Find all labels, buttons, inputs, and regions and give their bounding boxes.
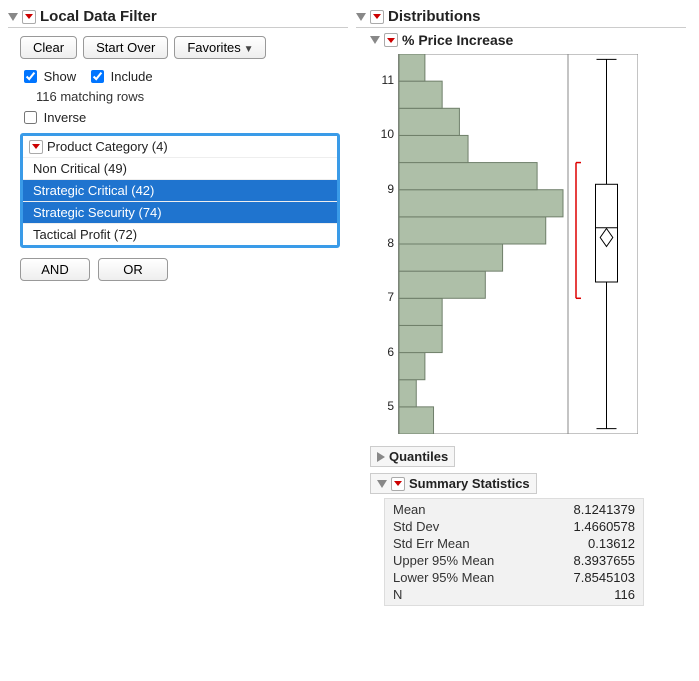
summary-section-header[interactable]: Summary Statistics	[370, 473, 537, 494]
axis-tick-label: 8	[387, 236, 394, 250]
include-checkbox[interactable]	[91, 70, 104, 83]
favorites-button[interactable]: Favorites	[174, 36, 266, 59]
stat-value: 1.4660578	[533, 519, 635, 534]
list-item[interactable]: Non Critical (49)	[23, 157, 337, 179]
clear-button[interactable]: Clear	[20, 36, 77, 59]
stat-label: Mean	[393, 502, 533, 517]
panel-title: Distributions	[388, 8, 481, 25]
stat-value: 8.1241379	[533, 502, 635, 517]
red-menu-icon[interactable]	[370, 10, 384, 24]
include-label: Include	[111, 69, 153, 84]
axis-tick-label: 5	[387, 399, 394, 413]
include-checkbox-label[interactable]: Include	[87, 69, 153, 84]
stat-label: Upper 95% Mean	[393, 553, 533, 568]
stat-label: N	[393, 587, 533, 602]
table-row: Std Err Mean0.13612	[385, 535, 643, 552]
table-row: Upper 95% Mean8.3937655	[385, 552, 643, 569]
variable-title: % Price Increase	[402, 32, 513, 48]
disclosure-icon[interactable]	[8, 13, 18, 21]
table-row: Lower 95% Mean7.8545103	[385, 569, 643, 586]
histogram-y-axis: 5 6 7 8 9 10 11	[370, 54, 398, 434]
list-item[interactable]: Tactical Profit (72)	[23, 223, 337, 245]
red-menu-icon[interactable]	[384, 33, 398, 47]
stat-value: 0.13612	[533, 536, 635, 551]
axis-tick-label: 9	[387, 182, 394, 196]
disclosure-icon[interactable]	[377, 452, 385, 462]
boxplot-chart	[568, 54, 638, 434]
disclosure-icon[interactable]	[377, 480, 387, 488]
panel-title: Local Data Filter	[40, 8, 157, 25]
inverse-label: Inverse	[44, 110, 87, 125]
table-row: Std Dev1.4660578	[385, 518, 643, 535]
stat-value: 7.8545103	[533, 570, 635, 585]
quantiles-section-header[interactable]: Quantiles	[370, 446, 455, 467]
inverse-checkbox-label[interactable]: Inverse	[20, 110, 86, 125]
quantiles-label: Quantiles	[389, 449, 448, 464]
list-item[interactable]: Strategic Critical (42)	[23, 179, 337, 201]
show-checkbox-label[interactable]: Show	[20, 69, 80, 84]
axis-tick-label: 7	[387, 290, 394, 304]
stat-value: 116	[533, 587, 635, 602]
disclosure-icon[interactable]	[356, 13, 366, 21]
inverse-checkbox[interactable]	[24, 111, 37, 124]
stat-value: 8.3937655	[533, 553, 635, 568]
axis-tick-label: 10	[381, 127, 394, 141]
stat-label: Std Err Mean	[393, 536, 533, 551]
axis-tick-label: 11	[382, 73, 394, 87]
summary-statistics-table: Mean8.1241379Std Dev1.4660578Std Err Mea…	[384, 498, 644, 606]
stat-label: Lower 95% Mean	[393, 570, 533, 585]
matching-rows-label: 116 matching rows	[36, 89, 348, 104]
histogram-chart	[398, 54, 568, 434]
list-item[interactable]: Strategic Security (74)	[23, 201, 337, 223]
table-row: N116	[385, 586, 643, 603]
show-checkbox[interactable]	[24, 70, 37, 83]
disclosure-icon[interactable]	[370, 36, 380, 44]
red-menu-icon[interactable]	[22, 10, 36, 24]
or-button[interactable]: OR	[98, 258, 168, 281]
start-over-button[interactable]: Start Over	[83, 36, 168, 59]
axis-tick-label: 6	[387, 345, 394, 359]
red-menu-icon[interactable]	[29, 140, 43, 154]
distributions-panel: Distributions % Price Increase 5 6 7 8 9 10 11…	[356, 8, 686, 606]
table-row: Mean8.1241379	[385, 501, 643, 518]
product-category-listbox[interactable]: Product Category (4) Non Critical (49)St…	[20, 133, 340, 248]
local-data-filter-panel: Local Data Filter Clear Start Over Favor…	[8, 8, 348, 281]
show-label: Show	[44, 69, 77, 84]
red-menu-icon[interactable]	[391, 477, 405, 491]
listbox-title: Product Category (4)	[47, 139, 168, 154]
stat-label: Std Dev	[393, 519, 533, 534]
summary-label: Summary Statistics	[409, 476, 530, 491]
and-button[interactable]: AND	[20, 258, 90, 281]
